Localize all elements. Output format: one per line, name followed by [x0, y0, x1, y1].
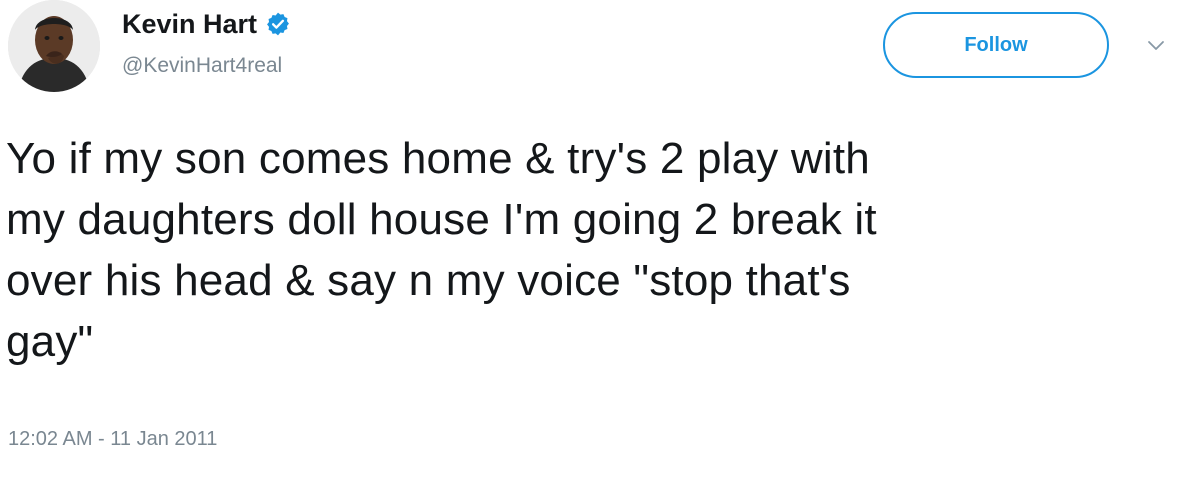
chevron-down-icon[interactable]	[1145, 34, 1167, 56]
display-name[interactable]: Kevin Hart	[122, 9, 257, 40]
tweet-text-line: Yo if my son comes home & try's 2 play w…	[6, 134, 870, 183]
tweet-text-line: over his head & say n my voice "stop tha…	[6, 256, 851, 305]
author-row: Kevin Hart	[122, 4, 291, 44]
avatar-image	[8, 0, 100, 92]
tweet-text: Yo if my son comes home & try's 2 play w…	[6, 128, 1166, 372]
follow-button[interactable]: Follow	[883, 12, 1109, 78]
tweet-text-line: my daughters doll house I'm going 2 brea…	[6, 195, 877, 244]
tweet-text-line: gay"	[6, 317, 94, 366]
tweet-timestamp[interactable]: 12:02 AM - 11 Jan 2011	[8, 428, 217, 451]
avatar[interactable]	[8, 0, 100, 92]
verified-badge-icon	[265, 11, 291, 37]
author-handle[interactable]: @KevinHart4real	[122, 54, 282, 78]
tweet-card: Kevin Hart @KevinHart4real Follow Yo if …	[0, 0, 1188, 484]
